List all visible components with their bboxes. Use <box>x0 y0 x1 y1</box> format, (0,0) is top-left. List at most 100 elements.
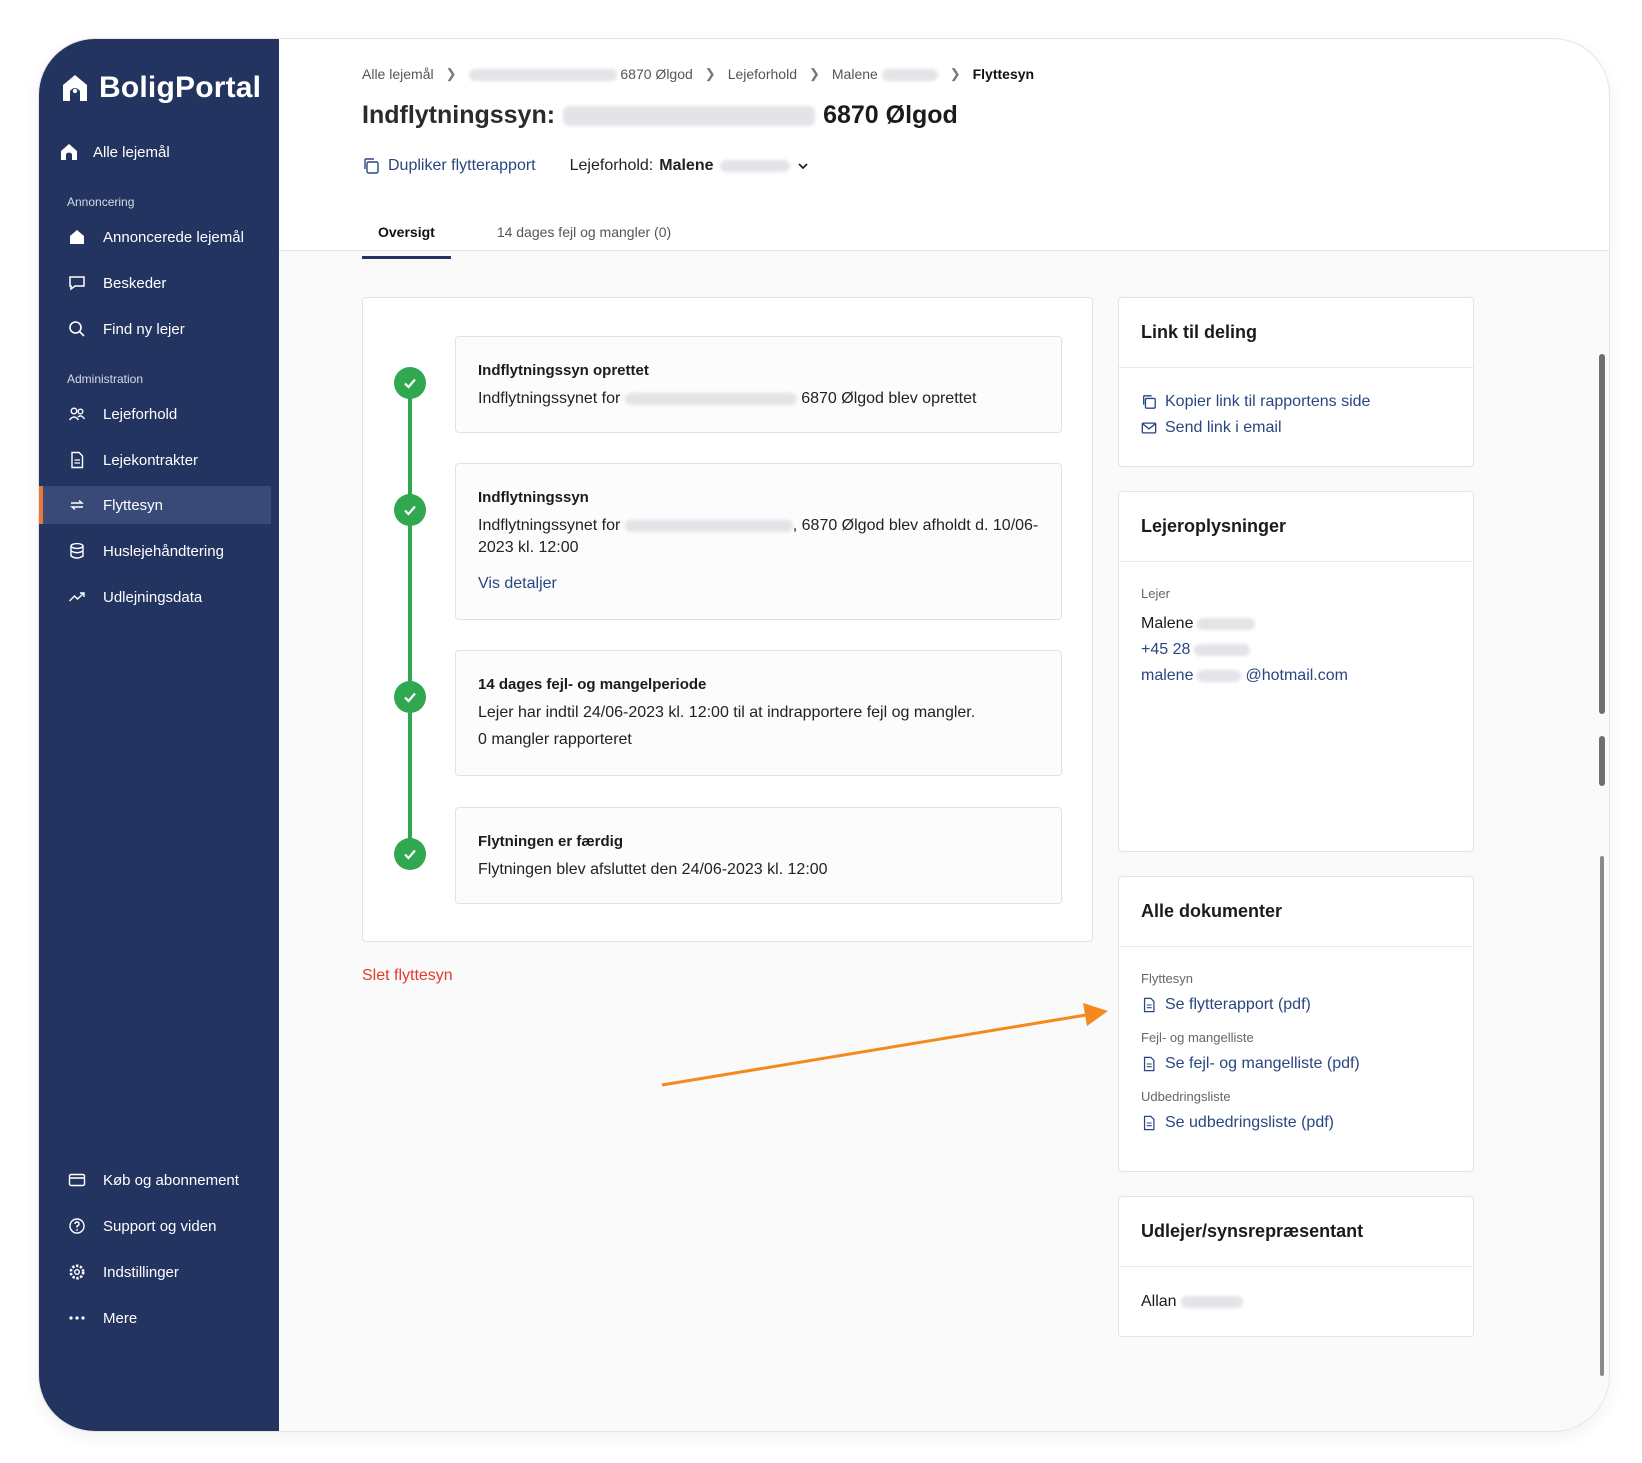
copy-icon <box>364 158 379 174</box>
lejeforhold-value: Malene <box>659 157 714 174</box>
redacted-surname <box>719 160 790 172</box>
landlord-name: Allan <box>1141 1289 1451 1315</box>
chevron-right-icon: ❯ <box>445 66 457 81</box>
sidebar-item-label: Huslejehåndtering <box>103 542 224 560</box>
sidebar-item-mere[interactable]: Mere <box>39 1298 271 1338</box>
tabs-divider <box>279 250 1609 251</box>
timeline-item-defect-period: 14 dages fejl- og mangelperiode Lejer ha… <box>455 650 1062 776</box>
tenant-phone[interactable]: +45 28 <box>1141 637 1451 663</box>
house-icon <box>59 142 79 162</box>
page-title-prefix: Indflytningssyn: <box>362 101 556 129</box>
timeline-item-title: 14 dages fejl- og mangelperiode <box>478 676 707 693</box>
timeline-item-text: Lejer har indtil 24/06-2023 kl. 12:00 ti… <box>478 704 976 721</box>
sidebar-item-kob-og-abonnement[interactable]: Køb og abonnement <box>39 1160 271 1200</box>
chevron-right-icon: ❯ <box>704 66 716 81</box>
sidebar-item-lejekontrakter[interactable]: Lejekontrakter <box>39 440 271 480</box>
database-icon <box>67 541 87 561</box>
sidebar-item-label: Udlejningsdata <box>103 588 203 606</box>
section-label-administration: Administration <box>67 372 144 386</box>
sidebar-item-lejeforhold[interactable]: Lejeforhold <box>39 394 271 434</box>
lejeforhold-label: Lejeforhold: <box>569 157 654 174</box>
sidebar-item-label: Lejekontrakter <box>103 451 199 469</box>
document-icon <box>1143 1115 1155 1131</box>
tenant-name: Malene <box>1141 611 1451 637</box>
sidebar-item-beskeder[interactable]: Beskeder <box>39 263 271 303</box>
card-title: Link til deling <box>1119 298 1473 368</box>
duplicate-report-button[interactable]: Dupliker flytterapport <box>362 157 536 175</box>
timeline-item-inspection: Indflytningssyn Indflytningssynet for , … <box>455 463 1062 620</box>
breadcrumb-item-alle-lejemal[interactable]: Alle lejemål <box>362 66 434 82</box>
view-move-report-link[interactable]: Se flytterapport (pdf) <box>1141 992 1451 1018</box>
sidebar-item-find-ny-lejer[interactable]: Find ny lejer <box>39 309 271 349</box>
megaphone-house-icon <box>67 227 87 247</box>
breadcrumb-item-tenant[interactable]: Malene <box>832 66 938 82</box>
page-title: Indflytningssyn: 6870 Ølgod <box>362 101 958 130</box>
sidebar-item-label: Indstillinger <box>103 1263 179 1281</box>
house-logo-icon <box>63 75 87 101</box>
check-icon <box>394 494 426 526</box>
sidebar-item-annoncerede-lejemal[interactable]: Annoncerede lejemål <box>39 217 271 257</box>
sidebar-item-udlejningsdata[interactable]: Udlejningsdata <box>39 577 271 617</box>
timeline-item-created: Indflytningssyn oprettet Indflytningssyn… <box>455 336 1062 433</box>
brand-logo[interactable]: BoligPortal <box>61 71 261 105</box>
timeline-item-title: Indflytningssyn <box>478 489 589 506</box>
mail-icon <box>1141 422 1157 434</box>
delete-inspection-link[interactable]: Slet flyttesyn <box>362 967 453 985</box>
card-title: Alle dokumenter <box>1119 877 1473 947</box>
document-icon <box>67 450 87 470</box>
timeline-item-text: Flytningen blev afsluttet den 24/06-2023… <box>478 861 828 878</box>
sidebar-item-label: Annoncerede lejemål <box>103 228 244 246</box>
breadcrumb-item-address[interactable]: 6870 Ølgod <box>468 66 693 82</box>
sidebar-item-support-og-viden[interactable]: Support og viden <box>39 1206 271 1246</box>
credit-card-icon <box>67 1170 87 1190</box>
sidebar-item-indstillinger[interactable]: Indstillinger <box>39 1252 271 1292</box>
copy-link-button[interactable]: Kopier link til rapportens side <box>1141 389 1451 415</box>
copy-icon <box>1143 395 1156 409</box>
timeline-card: Indflytningssyn oprettet Indflytningssyn… <box>362 297 1093 942</box>
document-group-label: Fejl- og mangelliste <box>1141 1030 1254 1045</box>
sidebar-item-label: Lejeforhold <box>103 405 178 423</box>
scrollbar-thumb[interactable] <box>1599 736 1605 786</box>
landlord-card: Udlejer/synsrepræsentant Allan <box>1118 1196 1474 1337</box>
view-repair-list-link[interactable]: Se udbedringsliste (pdf) <box>1141 1110 1451 1136</box>
tenant-email[interactable]: malene @hotmail.com <box>1141 663 1451 689</box>
tab-oversigt[interactable]: Oversigt <box>362 219 451 259</box>
lejeforhold-dropdown[interactable]: Lejeforhold: Malene <box>570 157 810 175</box>
sidebar-item-huslejehandtering[interactable]: Huslejehåndtering <box>39 531 271 571</box>
sidebar-item-alle-lejemal[interactable]: Alle lejemål <box>39 132 271 172</box>
section-label-annoncering: Annoncering <box>67 195 135 209</box>
tenant-info-card: Lejeroplysninger Lejer Malene +45 28 mal… <box>1118 491 1474 852</box>
sidebar-item-label: Flyttesyn <box>103 496 164 514</box>
timeline-item-text: Indflytningssynet for , 6870 Ølgod blev … <box>478 517 1039 556</box>
documents-card: Alle dokumenter Flyttesyn Se flytterappo… <box>1118 876 1474 1172</box>
tab-fejl-og-mangler[interactable]: 14 dages fejl og mangler (0) <box>481 219 687 259</box>
check-icon <box>394 838 426 870</box>
scrollbar-thumb[interactable] <box>1599 354 1605 714</box>
arrows-icon <box>67 495 87 515</box>
app-window: BoligPortal Alle lejemål Annoncering Ann… <box>39 39 1609 1431</box>
chevron-right-icon: ❯ <box>808 66 820 81</box>
more-icon <box>67 1308 87 1328</box>
chevron-down-icon <box>797 163 808 170</box>
card-title: Lejeroplysninger <box>1119 492 1473 562</box>
card-title: Udlejer/synsrepræsentant <box>1119 1197 1473 1267</box>
sidebar-item-label: Beskeder <box>103 274 167 292</box>
sidebar-item-label: Find ny lejer <box>103 320 185 338</box>
share-link-card: Link til deling Kopier link til rapporte… <box>1118 297 1474 467</box>
timeline-item-title: Flytningen er færdig <box>478 833 624 850</box>
send-email-button[interactable]: Send link i email <box>1141 415 1451 441</box>
sidebar-item-label: Køb og abonnement <box>103 1171 239 1189</box>
breadcrumb: Alle lejemål ❯ 6870 Ølgod ❯ Lejeforhold … <box>362 66 1034 82</box>
sidebar-item-label: Alle lejemål <box>93 143 170 161</box>
scrollbar-track[interactable] <box>1600 856 1604 1376</box>
sidebar: BoligPortal Alle lejemål Annoncering Ann… <box>39 39 279 1431</box>
timeline-item-text: Indflytningssynet for 6870 Ølgod blev op… <box>478 390 977 407</box>
view-details-link[interactable]: Vis detaljer <box>478 575 1039 593</box>
search-icon <box>67 319 87 339</box>
sidebar-item-label: Mere <box>103 1309 138 1327</box>
check-icon <box>394 367 426 399</box>
view-defect-list-link[interactable]: Se fejl- og mangelliste (pdf) <box>1141 1051 1451 1077</box>
duplicate-report-label: Dupliker flytterapport <box>388 157 536 174</box>
breadcrumb-item-lejeforhold[interactable]: Lejeforhold <box>728 66 797 82</box>
sidebar-item-flyttesyn[interactable]: Flyttesyn <box>39 486 271 524</box>
